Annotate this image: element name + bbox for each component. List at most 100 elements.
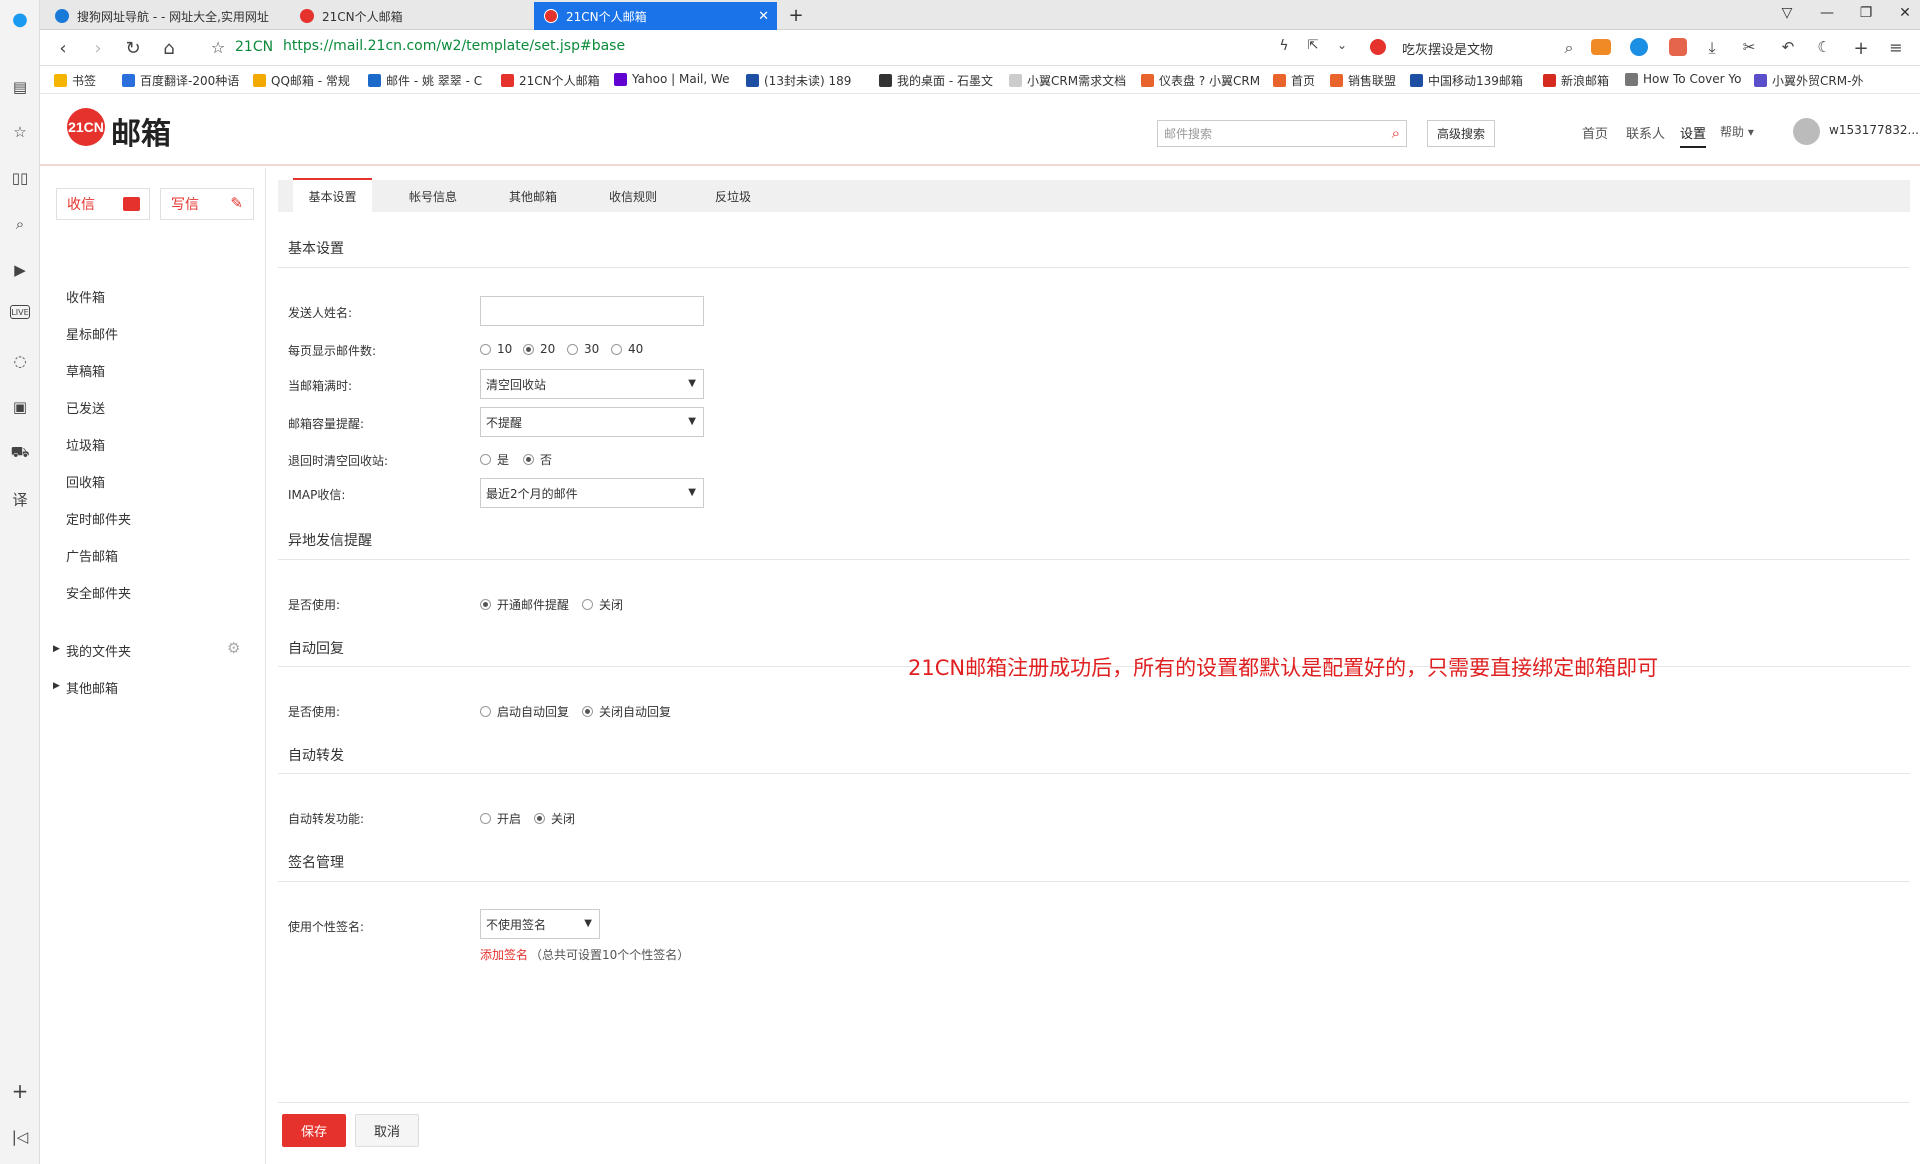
sogou-search-engine-icon[interactable] — [1370, 39, 1386, 55]
sogou-browser-icon[interactable]: ● — [9, 8, 31, 30]
nav-contacts[interactable]: 联系人 — [1626, 123, 1665, 142]
folder-secure[interactable]: 安全邮件夹 — [66, 583, 131, 602]
infinity-icon[interactable] — [1630, 38, 1648, 56]
gear-icon[interactable]: ⚙ — [227, 639, 240, 657]
browser-tab-21cn-active[interactable]: 21CN个人邮箱 ✕ — [534, 2, 777, 30]
back-icon[interactable]: ‹ — [52, 38, 74, 59]
tab-receive-rules[interactable]: 收信规则 — [593, 180, 673, 212]
bookmark-item[interactable]: 我的桌面 - 石墨文 — [879, 72, 993, 89]
folder-starred[interactable]: 星标邮件 — [66, 324, 118, 343]
scissors-icon[interactable]: ✂ — [1738, 38, 1760, 56]
autoreply-radio-on[interactable]: 启动自动回复 — [480, 703, 569, 720]
bookmark-item[interactable]: 邮件 - 姚 翠翠 - C — [368, 72, 482, 89]
new-tab-icon[interactable]: + — [786, 5, 806, 26]
remote-radio-close[interactable]: 关闭 — [582, 596, 623, 613]
forward-icon[interactable]: › — [87, 38, 109, 59]
username[interactable]: w153177832... — [1829, 123, 1919, 137]
app-icon[interactable] — [1669, 38, 1687, 56]
chat-bubble-icon[interactable]: ◌ — [9, 350, 31, 372]
restore-icon[interactable]: ❐ — [1856, 5, 1876, 25]
tab-basic-settings[interactable]: 基本设置 — [293, 178, 372, 212]
reload-icon[interactable]: ↻ — [122, 38, 144, 59]
empty-trash-radio-no[interactable]: 否 — [523, 451, 552, 468]
chevron-down-icon[interactable]: ⌄ — [1331, 38, 1353, 52]
search-icon[interactable]: ⌕ — [9, 213, 31, 235]
forward-radio-off[interactable]: 关闭 — [534, 810, 575, 827]
news-icon[interactable]: ▤ — [9, 76, 31, 98]
per-page-radio-40[interactable]: 40 — [611, 342, 643, 356]
home-icon[interactable]: ⌂ — [158, 38, 180, 59]
search-hint[interactable]: 吃灰摆设是文物 — [1402, 39, 1493, 58]
bookmark-item[interactable]: How To Cover Yo — [1625, 72, 1741, 86]
tab-anti-spam[interactable]: 反垃圾 — [693, 180, 773, 212]
folder-scheduled[interactable]: 定时邮件夹 — [66, 509, 131, 528]
menu-icon[interactable]: ≡ — [1885, 38, 1907, 57]
tab-other-mail[interactable]: 其他邮箱 — [493, 180, 573, 212]
folder-ads[interactable]: 广告邮箱 — [66, 546, 118, 565]
browser-tab-21cn-1[interactable]: 21CN个人邮箱 — [290, 2, 532, 30]
folder-inbox[interactable]: 收件箱 — [66, 287, 105, 306]
empty-trash-radio-yes[interactable]: 是 — [480, 451, 509, 468]
book-icon[interactable]: ▯▯ — [9, 167, 31, 189]
21cn-logo-badge[interactable]: 21CN — [67, 108, 105, 146]
other-mailboxes[interactable]: 其他邮箱 — [66, 678, 118, 697]
tshirt-skin-icon[interactable]: ▽ — [1777, 5, 1797, 25]
save-button[interactable]: 保存 — [282, 1114, 346, 1147]
remote-radio-enable[interactable]: 开通邮件提醒 — [480, 596, 569, 613]
capacity-select[interactable]: 不提醒 ▼ — [480, 407, 704, 437]
minimize-icon[interactable]: — — [1817, 5, 1837, 25]
briefcase-icon[interactable]: ▣ — [9, 396, 31, 418]
tab-account-info[interactable]: 帐号信息 — [393, 180, 473, 212]
per-page-radio-10[interactable]: 10 — [480, 342, 512, 356]
download-icon[interactable]: ⤓ — [1701, 38, 1723, 58]
bookmark-star-icon[interactable]: ☆ — [207, 38, 229, 57]
imap-select[interactable]: 最近2个月的邮件 ▼ — [480, 478, 704, 508]
close-window-icon[interactable]: ✕ — [1895, 5, 1915, 25]
bookmark-item[interactable]: 新浪邮箱 — [1543, 72, 1609, 89]
per-page-radio-20[interactable]: 20 — [523, 342, 555, 356]
advanced-search-button[interactable]: 高级搜索 — [1427, 120, 1495, 147]
live-icon[interactable]: LIVE — [10, 305, 30, 319]
avatar[interactable] — [1793, 118, 1820, 145]
per-page-radio-30[interactable]: 30 — [567, 342, 599, 356]
bookmark-item[interactable]: 书签 — [54, 72, 96, 89]
url-field[interactable]: https://mail.21cn.com/w2/template/set.js… — [283, 38, 625, 54]
bookmark-item[interactable]: 21CN个人邮箱 — [501, 72, 600, 89]
nav-settings[interactable]: 设置 — [1680, 123, 1707, 148]
favorites-star-icon[interactable]: ☆ — [9, 121, 31, 143]
bookmark-item[interactable]: (13封未读) 189 — [746, 72, 851, 89]
add-signature-link[interactable]: 添加签名 — [480, 946, 528, 963]
mail-search-input[interactable] — [1158, 121, 1373, 146]
folder-drafts[interactable]: 草稿箱 — [66, 361, 105, 380]
autoreply-radio-off[interactable]: 关闭自动回复 — [582, 703, 671, 720]
bookmark-item[interactable]: 销售联盟 — [1330, 72, 1396, 89]
bookmark-item[interactable]: 百度翻译-200种语 — [122, 72, 239, 89]
when-full-select[interactable]: 清空回收站 ▼ — [480, 369, 704, 399]
share-icon[interactable]: ⇱ — [1302, 38, 1324, 53]
lightning-icon[interactable]: ϟ — [1273, 38, 1295, 54]
folder-sent[interactable]: 已发送 — [66, 398, 105, 417]
sender-name-input[interactable] — [480, 296, 704, 326]
receive-button[interactable]: 收信 — [56, 188, 150, 220]
nav-home[interactable]: 首页 — [1582, 123, 1608, 142]
game-icon[interactable] — [1591, 39, 1611, 55]
cart-icon[interactable]: ⛟ — [9, 442, 31, 464]
bookmark-item[interactable]: 首页 — [1273, 72, 1315, 89]
my-folders[interactable]: 我的文件夹 — [66, 641, 131, 660]
collapse-sidebar-icon[interactable]: |◁ — [9, 1126, 31, 1148]
forward-radio-on[interactable]: 开启 — [480, 810, 521, 827]
search-icon[interactable]: ⌕ — [1392, 124, 1400, 142]
folder-trash[interactable]: 回收箱 — [66, 472, 105, 491]
expand-arrow-icon[interactable]: ▶ — [53, 681, 60, 691]
expand-arrow-icon[interactable]: ▶ — [53, 644, 60, 654]
search-icon[interactable]: ⌕ — [1558, 38, 1580, 58]
signature-select[interactable]: 不使用签名 ▼ — [480, 909, 600, 939]
compose-button[interactable]: 写信 ✎ — [160, 188, 254, 220]
translate-icon[interactable]: 译 — [9, 488, 31, 510]
bookmark-item[interactable]: Yahoo | Mail, We — [614, 72, 730, 86]
close-tab-icon[interactable]: ✕ — [758, 9, 769, 24]
cancel-button[interactable]: 取消 — [355, 1114, 419, 1147]
bookmark-item[interactable]: 小翼CRM需求文档 — [1009, 72, 1126, 89]
moon-icon[interactable]: ☾ — [1813, 38, 1835, 56]
add-icon[interactable]: + — [1850, 38, 1872, 59]
